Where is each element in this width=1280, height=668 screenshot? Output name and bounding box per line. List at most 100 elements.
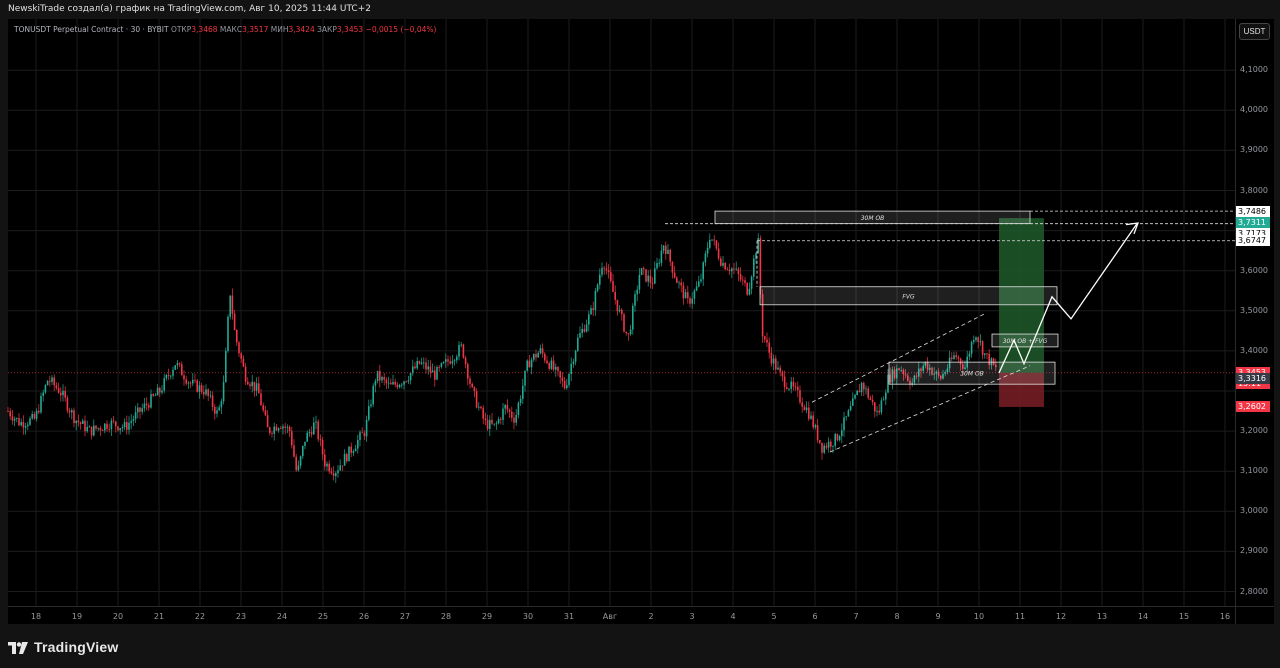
candle-body (82, 420, 84, 424)
candle-body (51, 377, 53, 382)
candle-body (559, 371, 561, 378)
candle-body (511, 411, 513, 418)
candle-body (165, 375, 168, 379)
candle-body (288, 426, 291, 432)
candle-body (310, 432, 313, 435)
candle-body (700, 279, 702, 282)
candle-body (62, 390, 64, 396)
candle-body (302, 445, 304, 457)
candle-body (434, 370, 436, 380)
price-axis-label: 3,6000 (1240, 265, 1268, 275)
candle-body (200, 385, 203, 392)
candle-body (777, 367, 779, 370)
candle-body (632, 305, 634, 330)
candle-body (53, 377, 55, 386)
tradingview-logo[interactable]: TradingView (8, 639, 118, 655)
currency-button[interactable]: USDT (1239, 23, 1270, 40)
candle-body (20, 422, 22, 426)
time-axis-label: 22 (194, 612, 206, 621)
time-axis-label: 2 (648, 612, 654, 621)
candle-body (484, 418, 487, 421)
candle-body (112, 420, 115, 422)
candle-body (627, 333, 630, 335)
candle-body (365, 419, 368, 437)
candle-body (115, 421, 117, 427)
candle-body (508, 409, 511, 412)
candle-body (203, 391, 205, 395)
candle-body (412, 366, 414, 373)
candle-body (163, 378, 165, 391)
candle-body (953, 355, 955, 359)
high-value: 3,3517 (242, 25, 269, 34)
candle-body (975, 337, 977, 341)
candle-body (689, 298, 691, 304)
candle-body (636, 289, 638, 295)
candle-body (504, 404, 506, 409)
candle-body (788, 388, 790, 390)
candle-body (273, 426, 275, 434)
time-axis-label: 25 (317, 612, 329, 621)
candle-body (717, 248, 720, 259)
candle-body (819, 439, 821, 443)
candle-body (590, 308, 592, 315)
candle-body (148, 405, 150, 408)
candle-body (341, 465, 344, 467)
candle-body (379, 370, 381, 381)
candle-body (145, 403, 148, 406)
time-axis-label: 21 (153, 612, 165, 621)
price-axis-label: 2,8000 (1240, 586, 1268, 596)
candle-body (40, 395, 42, 413)
candle-body (42, 392, 44, 396)
price-axis-label: 2,9000 (1240, 546, 1268, 556)
candle-body (594, 290, 597, 310)
candle-body (416, 360, 418, 369)
time-axis-label: 28 (440, 612, 452, 621)
candle-body (346, 453, 348, 462)
candle-body (515, 415, 517, 423)
candle-body (491, 419, 493, 424)
candle-body (255, 383, 258, 391)
candle-body (396, 384, 399, 388)
candle-body (308, 432, 311, 433)
candle-body (764, 336, 766, 340)
candle-body (205, 389, 207, 395)
candle-body (357, 439, 359, 449)
candle-body (981, 341, 984, 355)
time-axis-label: 26 (358, 612, 370, 621)
time-axis-label: 30 (522, 612, 534, 621)
candle-body (363, 432, 366, 437)
candle-body (693, 290, 696, 299)
candle-body (181, 364, 183, 376)
candle-body (216, 410, 218, 414)
candle-body (662, 245, 665, 251)
candle-body (66, 397, 69, 411)
candle-body (825, 445, 828, 448)
candle-body (640, 268, 643, 275)
candle-body (739, 274, 742, 280)
price-chart[interactable]: 30M OB FVG 30M OB + FVG 30M OB (0, 0, 1280, 668)
symbol-name: TONUSDT Perpetual Contract · 30 · BYBIT (14, 25, 169, 34)
candle-body (405, 381, 407, 383)
candle-body (423, 362, 425, 364)
candle-body (885, 392, 887, 400)
candle-body (126, 422, 128, 430)
candle-body (568, 373, 570, 386)
candle-body (110, 420, 113, 430)
candle-body (22, 422, 25, 428)
zone-30m-ob-fvg-label: 30M OB + FVG (1003, 338, 1048, 345)
time-axis-label: 16 (1219, 612, 1231, 621)
candle-body (614, 291, 616, 300)
candle-body (695, 286, 698, 291)
candle-body (552, 360, 555, 370)
candle-body (335, 473, 337, 477)
candle-body (68, 410, 71, 413)
candle-body (486, 420, 489, 429)
candle-body (513, 417, 515, 423)
candle-body (968, 353, 971, 357)
candle-body (117, 426, 119, 431)
candle-body (220, 401, 223, 408)
candle-body (832, 445, 834, 447)
price-tag-target-top: 3,7486 (1236, 205, 1270, 217)
candle-body (152, 394, 154, 396)
candle-body (352, 451, 355, 453)
